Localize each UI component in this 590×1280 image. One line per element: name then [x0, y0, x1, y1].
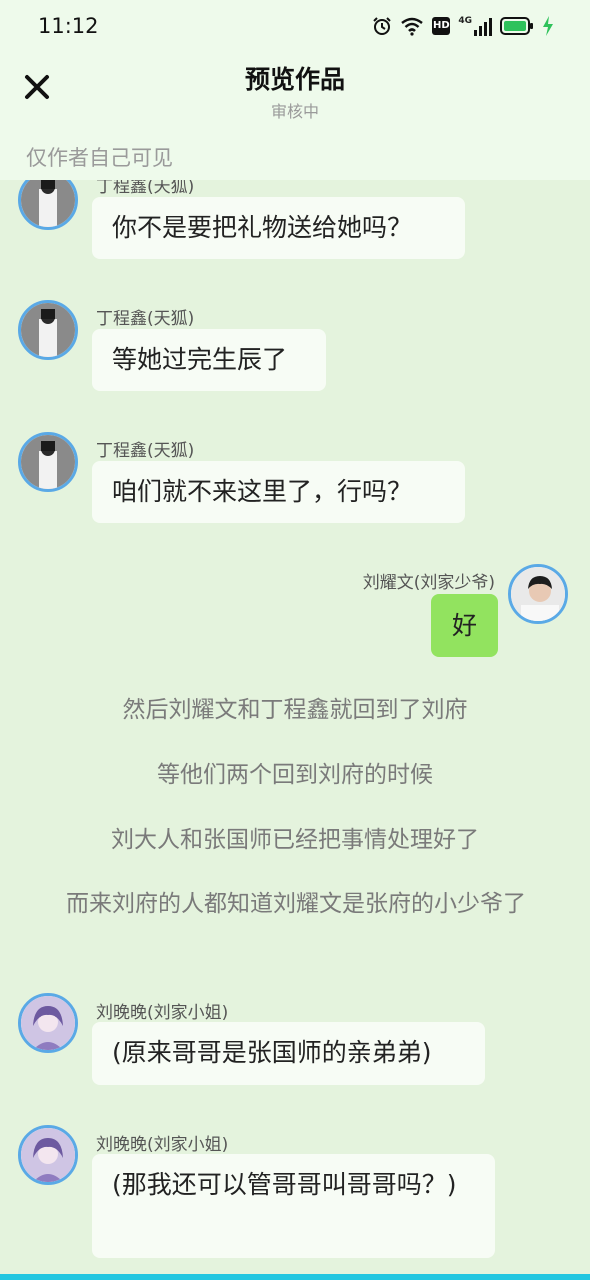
- avatar-dingchengxin[interactable]: [18, 180, 78, 230]
- status-bar: 11:12 HD 4G: [0, 0, 590, 52]
- avatar-dingchengxin[interactable]: [18, 300, 78, 360]
- sender-name: 刘耀文(刘家少爷): [362, 573, 495, 593]
- alarm-icon: [373, 17, 392, 35]
- avatar-dingchengxin[interactable]: [18, 432, 78, 492]
- header: 预览作品 审核中: [0, 52, 590, 132]
- sender-name: 丁程鑫(天狐): [96, 441, 195, 461]
- charging-icon: [543, 16, 553, 36]
- sender-name: 刘晚晚(刘家小姐): [96, 1003, 229, 1023]
- battery-icon: [500, 17, 533, 35]
- message-bubble[interactable]: (原来哥哥是张国师的亲弟弟): [92, 1022, 485, 1085]
- status-time: 11:12: [38, 14, 99, 38]
- narration-text: 而来刘府的人都知道刘耀文是张府的小少爷了: [66, 891, 526, 917]
- status-icons: HD 4G: [372, 14, 554, 38]
- message-bubble[interactable]: (那我还可以管哥哥叫哥哥吗？): [92, 1154, 495, 1258]
- narration-text: 等他们两个回到刘府的时候: [157, 762, 433, 788]
- sender-name: 丁程鑫(天狐): [96, 180, 195, 197]
- wifi-icon: [401, 17, 424, 36]
- review-status: 审核中: [270, 102, 319, 121]
- hd-icon: HD: [432, 17, 451, 35]
- bottom-edge: [0, 1274, 590, 1280]
- avatar-liuwanwan[interactable]: [18, 1125, 78, 1185]
- page-title: 预览作品: [244, 65, 345, 94]
- message-bubble[interactable]: 等她过完生辰了: [92, 329, 326, 391]
- network-label: 4G: [458, 16, 472, 26]
- signal-4g-icon: 4G: [458, 16, 492, 36]
- narration-text: 刘大人和张国师已经把事情处理好了: [111, 827, 479, 853]
- message-bubble[interactable]: 你不是要把礼物送给她吗？: [92, 197, 465, 259]
- sender-name: 丁程鑫(天狐): [96, 309, 195, 329]
- narration-text: 然后刘耀文和丁程鑫就回到了刘府: [122, 697, 468, 723]
- sender-name: 刘晚晚(刘家小姐): [96, 1135, 229, 1155]
- avatar-liuyaowen[interactable]: [508, 564, 568, 624]
- avatar-liuwanwan[interactable]: [18, 993, 78, 1053]
- visibility-notice-text: 仅作者自己可见: [26, 146, 173, 170]
- chat-area[interactable]: 丁程鑫(天狐) 你不是要把礼物送给她吗？ 丁程鑫(天狐) 等她过完生辰了 丁程鑫…: [0, 180, 590, 1274]
- visibility-notice: 仅作者自己可见: [0, 132, 590, 180]
- message-bubble[interactable]: 咱们就不来这里了，行吗？: [92, 461, 465, 523]
- my-message-bubble[interactable]: 好: [431, 594, 498, 657]
